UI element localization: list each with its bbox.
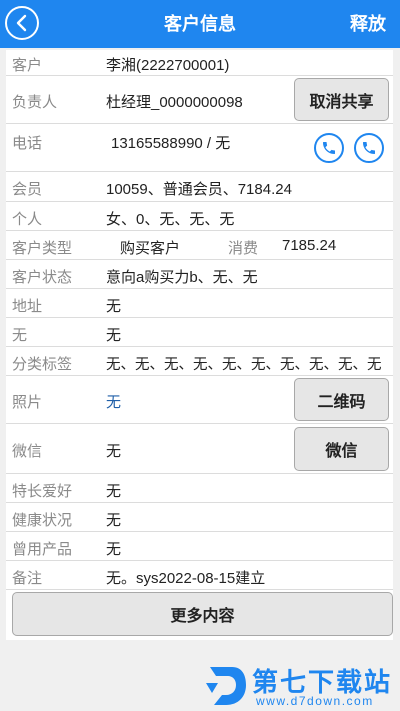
none-field-value: 无	[106, 327, 122, 344]
row-photo: 照片 无 二维码	[6, 376, 393, 424]
personal-value: 女、0、无、无、无	[106, 211, 235, 228]
row-customer-type: 客户类型 购买客户 消费 7185.24	[6, 231, 393, 260]
tags-label: 分类标签	[12, 356, 73, 373]
row-customer: 客户 李湘(2222700001)	[6, 50, 393, 76]
row-health: 健康状况 无	[6, 503, 393, 532]
address-label: 地址	[12, 298, 43, 315]
member-label: 会员	[12, 181, 43, 198]
phone-label: 电话	[12, 135, 43, 152]
customer-status-label: 客户状态	[12, 269, 73, 286]
address-value: 无	[106, 298, 122, 315]
phone-icon	[323, 142, 335, 154]
photo-value-link[interactable]: 无	[106, 391, 121, 412]
row-phone: 电话 13165588990 / 无	[6, 124, 393, 172]
photo-label: 照片	[12, 394, 43, 411]
watermark-logo: 第七下载站 www.d7down.com	[200, 662, 396, 710]
cancel-share-button[interactable]: 取消共享	[294, 78, 389, 121]
customer-info-list: 客户 李湘(2222700001) 负责人 杜经理_0000000098 取消共…	[6, 50, 393, 640]
page-title: 客户信息	[164, 14, 236, 34]
health-label: 健康状况	[12, 512, 73, 529]
used-products-label: 曾用产品	[12, 541, 73, 558]
row-remark: 备注 无。sys2022-08-15建立	[6, 561, 393, 590]
row-member: 会员 10059、普通会员、7184.24	[6, 172, 393, 202]
wechat-label: 微信	[12, 443, 43, 460]
hobby-value: 无	[106, 483, 122, 500]
row-owner: 负责人 杜经理_0000000098 取消共享	[6, 76, 393, 124]
used-products-value: 无	[106, 541, 122, 558]
row-address: 地址 无	[6, 289, 393, 318]
row-more: 更多内容	[6, 590, 393, 640]
remark-label: 备注	[12, 570, 43, 587]
member-value: 10059、普通会员、7184.24	[106, 181, 292, 198]
call-button-1[interactable]	[314, 133, 344, 163]
none-field-label: 无	[12, 327, 28, 344]
health-value: 无	[106, 512, 122, 529]
customer-type-label: 客户类型	[12, 240, 73, 257]
customer-status-value: 意向a购买力b、无、无	[106, 269, 258, 286]
consume-label: 消费	[228, 240, 259, 257]
row-wechat: 微信 无 微信	[6, 424, 393, 474]
wechat-value: 无	[106, 443, 122, 460]
release-button[interactable]: 释放	[350, 0, 386, 48]
watermark-url: www.d7down.com	[256, 694, 374, 708]
owner-label: 负责人	[12, 94, 58, 111]
consume-value: 7185.24	[282, 237, 337, 254]
personal-label: 个人	[12, 211, 43, 228]
wechat-button[interactable]: 微信	[294, 427, 389, 471]
row-hobby: 特长爱好 无	[6, 474, 393, 503]
more-content-button[interactable]: 更多内容	[12, 592, 393, 636]
row-none-field: 无 无	[6, 318, 393, 347]
hobby-label: 特长爱好	[12, 483, 73, 500]
row-used-products: 曾用产品 无	[6, 532, 393, 561]
phone-icon	[363, 142, 375, 154]
row-tags: 分类标签 无、无、无、无、无、无、无、无、无、无	[6, 347, 393, 376]
tags-value: 无、无、无、无、无、无、无、无、无、无	[106, 357, 382, 373]
phone-value: 13165588990 / 无	[111, 135, 231, 152]
customer-type-value: 购买客户	[120, 240, 181, 257]
owner-value: 杜经理_0000000098	[106, 94, 243, 111]
remark-value: 无。sys2022-08-15建立	[106, 570, 266, 587]
call-button-2[interactable]	[354, 133, 384, 163]
row-personal: 个人 女、0、无、无、无	[6, 202, 393, 231]
row-customer-status: 客户状态 意向a购买力b、无、无	[6, 260, 393, 289]
customer-value: 李湘(2222700001)	[106, 57, 230, 74]
header-bar: 客户信息 释放	[0, 0, 400, 48]
d7-logo-icon	[206, 667, 246, 705]
customer-label: 客户	[12, 57, 43, 74]
qrcode-button[interactable]: 二维码	[294, 378, 389, 421]
